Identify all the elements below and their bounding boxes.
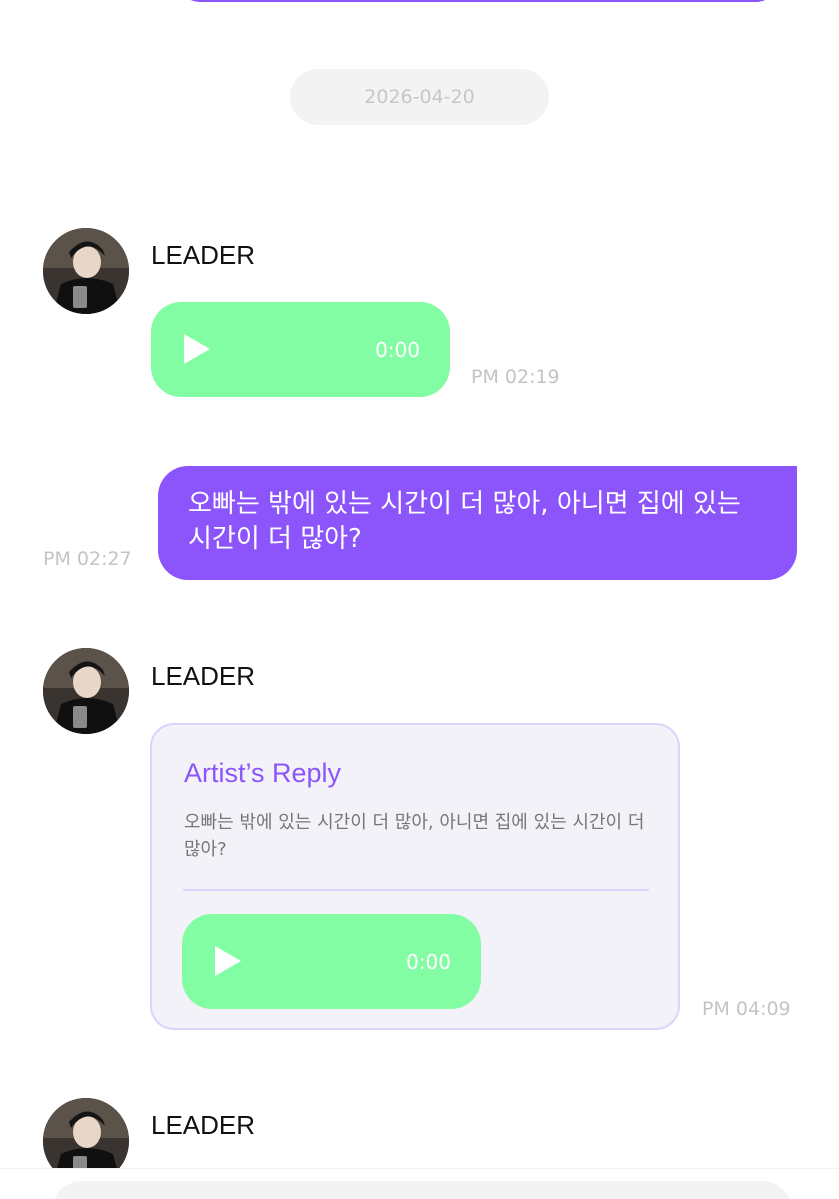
sender-name: LEADER xyxy=(151,661,256,691)
voice-message-player[interactable]: 0:00 xyxy=(182,914,481,1009)
message-input-bar xyxy=(0,1168,839,1199)
sender-name: LEADER xyxy=(151,240,256,270)
message-timestamp: PM 02:27 xyxy=(43,548,132,570)
my-message-bubble[interactable]: 오빠는 밖에 있는 시간이 더 많아, 아니면 집에 있는 시간이 더 많아? xyxy=(158,466,797,580)
play-icon[interactable] xyxy=(184,334,210,364)
leader-avatar[interactable] xyxy=(43,228,129,314)
date-divider: 2026-04-20 xyxy=(290,69,549,125)
avatar-image xyxy=(43,648,129,734)
artist-reply-card: Artist’s Reply 오빠는 밖에 있는 시간이 더 많아, 아니면 집… xyxy=(150,723,680,1030)
message-timestamp: PM 02:19 xyxy=(471,366,560,388)
voice-message-player[interactable]: 0:00 xyxy=(151,302,450,397)
previous-message-bubble xyxy=(178,0,778,2)
leader-avatar[interactable] xyxy=(43,648,129,734)
message-timestamp: PM 04:09 xyxy=(702,998,791,1020)
voice-duration: 0:00 xyxy=(375,338,420,362)
quoted-question: 오빠는 밖에 있는 시간이 더 많아, 아니면 집에 있는 시간이 더 많아? xyxy=(184,812,645,860)
reply-title: Artist’s Reply xyxy=(184,758,342,788)
divider xyxy=(183,889,649,891)
play-icon[interactable] xyxy=(215,946,241,976)
sender-name: LEADER xyxy=(151,1110,256,1140)
message-input[interactable] xyxy=(52,1181,792,1199)
chat-screen: 2026-04-20 LEADER 0:00 PM 02:19 PM 02:27… xyxy=(0,0,839,1199)
avatar-image xyxy=(43,228,129,314)
voice-duration: 0:00 xyxy=(406,950,451,974)
